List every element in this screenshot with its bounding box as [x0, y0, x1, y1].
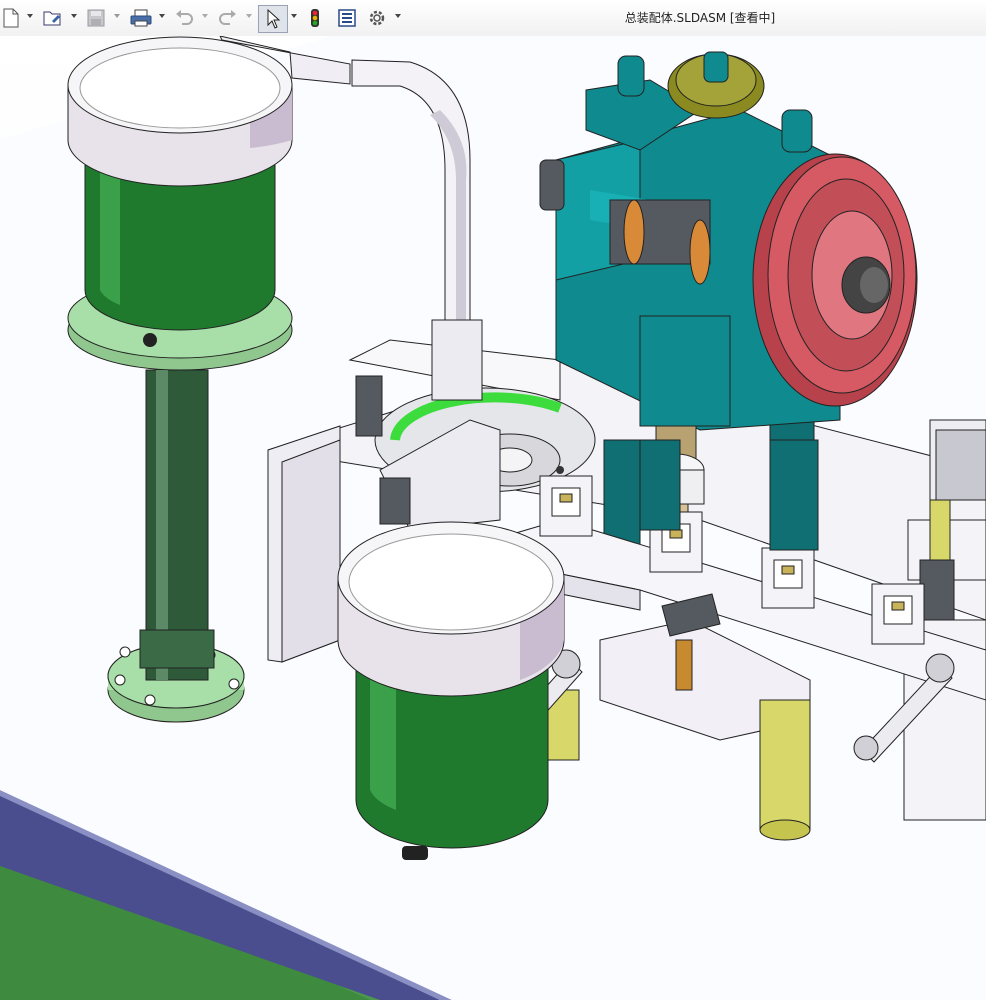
clamp-block[interactable] [761, 547, 815, 609]
assembly-model-view[interactable] [0, 36, 986, 1000]
clamp-block[interactable] [871, 583, 925, 645]
open-button[interactable] [40, 5, 66, 31]
redo-button[interactable] [216, 5, 240, 31]
open-folder-icon [43, 11, 61, 26]
undo-button[interactable] [172, 5, 196, 31]
new-document-icon [3, 8, 19, 28]
new-document-button[interactable] [0, 5, 22, 31]
print-dropdown[interactable] [159, 14, 165, 18]
open-dropdown[interactable] [71, 14, 77, 18]
save-icon [87, 9, 105, 27]
file-properties-icon [338, 9, 356, 27]
print-button[interactable] [128, 5, 154, 31]
center-vibratory-feeder[interactable] [337, 521, 565, 860]
print-icon [130, 9, 152, 27]
redo-icon [219, 10, 236, 25]
select-pointer-icon [267, 9, 281, 29]
select-dropdown[interactable] [291, 14, 297, 18]
gear-icon [369, 10, 385, 26]
graphics-area[interactable] [0, 36, 986, 1000]
document-title: 总装配体.SLDASM [查看中] [624, 11, 776, 25]
select-button[interactable] [258, 5, 288, 33]
rebuild-button[interactable] [305, 5, 325, 31]
save-button[interactable] [84, 5, 108, 31]
redo-dropdown[interactable] [246, 14, 252, 18]
title-bar: 总装配体.SLDASM [查看中] [0, 0, 986, 37]
clamp-block[interactable] [539, 475, 593, 537]
save-dropdown[interactable] [114, 14, 120, 18]
options-dropdown[interactable] [395, 14, 401, 18]
file-properties-button[interactable] [335, 5, 359, 31]
undo-icon [176, 10, 193, 25]
options-button[interactable] [366, 5, 388, 31]
traffic-light-icon [311, 9, 319, 27]
new-document-dropdown[interactable] [27, 14, 33, 18]
undo-dropdown[interactable] [202, 14, 208, 18]
